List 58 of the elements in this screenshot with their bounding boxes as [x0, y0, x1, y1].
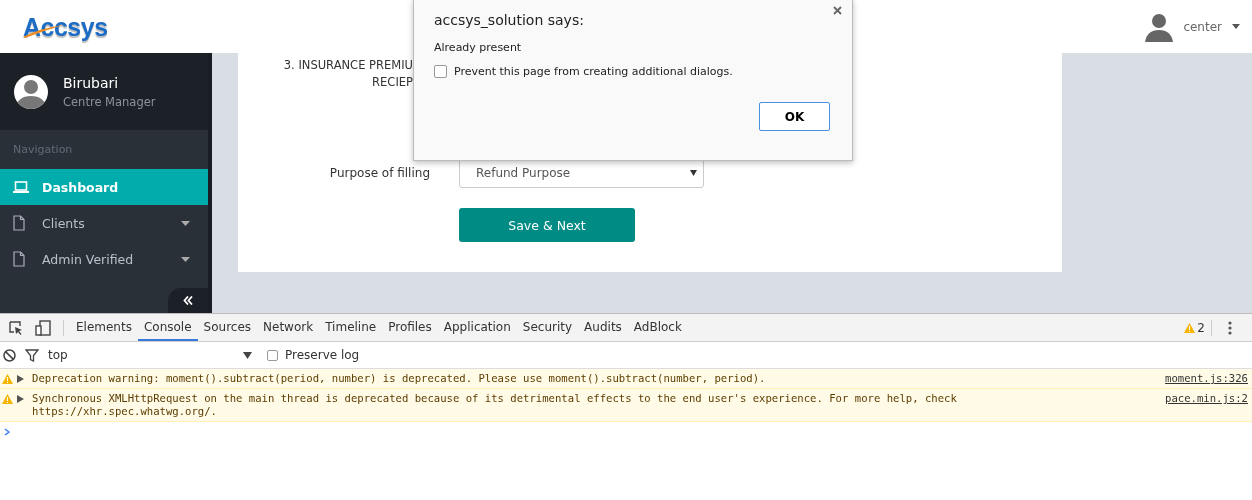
- ok-button[interactable]: OK: [759, 102, 830, 131]
- profile-name: Birubari: [63, 74, 120, 91]
- document-icon: [13, 251, 25, 267]
- warning-icon: [2, 373, 13, 384]
- console-message: Synchronous XMLHttpRequest on the main thread is deprecated because of its detrimental effects to the end user's experience. For more help, check https://xhr.spec.whatwg.org/.: [32, 392, 958, 418]
- user-name: center: [1183, 19, 1222, 34]
- devtools-tab[interactable]: Application: [437, 314, 517, 341]
- warning-icon: [2, 393, 13, 404]
- section-label: RECIEP: [371, 74, 413, 91]
- prompt-chevron-icon[interactable]: [4, 428, 10, 436]
- source-link[interactable]: pace.min.js:2: [1165, 392, 1248, 405]
- nav-section-label: Navigation: [12, 142, 74, 158]
- caret-icon: [181, 220, 190, 226]
- preserve-log-label: Preserve log: [285, 348, 360, 362]
- preserve-log-checkbox[interactable]: [267, 349, 278, 361]
- dropdown-arrow-icon: [243, 351, 252, 359]
- document-icon: [13, 215, 25, 231]
- checkbox-label: Prevent this page from creating additional dialogs.: [454, 65, 733, 78]
- save-next-button[interactable]: Save & Next: [459, 208, 635, 242]
- double-chevron-icon: [183, 296, 193, 305]
- user-avatar-icon: [1145, 11, 1174, 42]
- context-select[interactable]: top: [48, 348, 258, 362]
- close-icon[interactable]: [833, 6, 842, 15]
- devtools-tab[interactable]: Security: [516, 314, 579, 341]
- dropdown-arrow-icon: [690, 169, 697, 176]
- avatar-icon: [13, 73, 49, 110]
- more-options-icon[interactable]: [1228, 320, 1232, 335]
- console-message: Deprecation warning: moment().subtract(period, number) is deprecated. Please use moment().subtract(number, period).: [32, 372, 767, 385]
- inspect-icon[interactable]: [9, 320, 23, 335]
- devtools-tab[interactable]: Audits: [578, 314, 628, 341]
- caret-icon: [181, 256, 190, 262]
- dialog-message: Already present: [434, 41, 523, 54]
- devtools-tab[interactable]: AdBlock: [627, 314, 688, 341]
- devtools-tab[interactable]: Sources: [197, 314, 258, 341]
- devtools-tab[interactable]: Elements: [70, 314, 138, 341]
- filter-icon[interactable]: [25, 348, 39, 362]
- expand-arrow-icon[interactable]: [17, 374, 24, 383]
- collapse-button[interactable]: [168, 288, 208, 313]
- field-label: Purpose of filling: [328, 165, 430, 180]
- section-label: 3. INSURANCE PREMIU: [282, 57, 413, 74]
- checkbox[interactable]: [434, 65, 447, 78]
- user-menu[interactable]: center: [1145, 11, 1240, 42]
- devtools-tab[interactable]: Console: [137, 314, 198, 341]
- profile-role: Centre Manager: [63, 94, 156, 109]
- nav-item[interactable]: Admin Verified: [0, 241, 208, 277]
- clear-console-icon[interactable]: [3, 348, 16, 362]
- devtools-tab[interactable]: Profiles: [382, 314, 438, 341]
- dialog-title: accsys_solution says:: [434, 12, 585, 28]
- device-icon[interactable]: [35, 319, 51, 336]
- devtools-tab[interactable]: Network: [257, 314, 320, 341]
- expand-arrow-icon[interactable]: [17, 394, 24, 403]
- nav-item[interactable]: Clients: [0, 205, 208, 241]
- caret-icon[interactable]: [1232, 24, 1240, 29]
- source-link[interactable]: moment.js:326: [1165, 372, 1248, 385]
- devtools-tab[interactable]: Timeline: [319, 314, 383, 341]
- accsys-logo[interactable]: Accsys: [23, 9, 115, 44]
- warning-counter[interactable]: 2: [1184, 320, 1205, 335]
- laptop-icon: [13, 181, 29, 193]
